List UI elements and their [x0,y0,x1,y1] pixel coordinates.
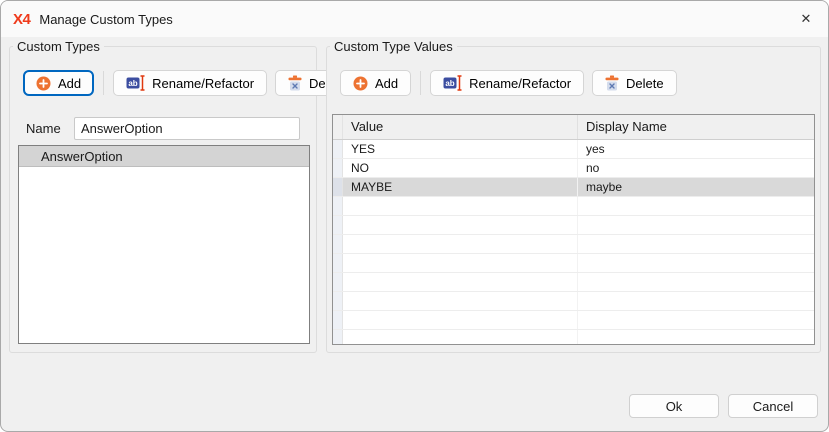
manage-custom-types-dialog: X4 Manage Custom Types ✕ Custom Types Ad… [0,0,829,432]
table-row-empty[interactable] [333,254,814,273]
custom-types-group: Custom Types Add ab Rename/Refactor Dele… [9,39,317,353]
add-value-button[interactable]: Add [340,70,411,96]
close-button[interactable]: ✕ [784,1,828,37]
name-input[interactable] [74,117,300,140]
name-row: Name [26,117,300,140]
table-row-empty[interactable] [333,216,814,235]
cell-display-name[interactable] [578,292,814,310]
cell-display-name[interactable]: yes [578,140,814,158]
delete-value-button[interactable]: Delete [592,70,677,96]
table-row[interactable]: YESyes [333,140,814,159]
row-selector[interactable] [333,216,343,234]
row-selector[interactable] [333,273,343,291]
cell-value[interactable] [343,273,578,291]
rename-type-button[interactable]: ab Rename/Refactor [113,70,267,96]
table-row-empty[interactable] [333,311,814,330]
cell-value[interactable] [343,197,578,215]
window-title: Manage Custom Types [39,12,172,27]
rename-refactor-icon: ab [126,75,145,91]
svg-text:ab: ab [445,79,454,88]
app-logo: X4 [13,11,30,28]
cell-value[interactable]: NO [343,159,578,177]
rename-refactor-icon: ab [443,75,462,91]
delete-value-label: Delete [626,76,664,91]
cell-display-name[interactable]: maybe [578,178,814,196]
toolbar-separator [103,71,104,95]
rename-value-button[interactable]: ab Rename/Refactor [430,70,584,96]
svg-text:ab: ab [128,79,137,88]
cell-value[interactable]: YES [343,140,578,158]
values-table: Value Display Name YESyesNOnoMAYBEmaybe [332,114,815,345]
cell-value[interactable] [343,216,578,234]
table-row[interactable]: MAYBEmaybe [333,178,814,197]
row-selector[interactable] [333,140,343,158]
cell-display-name[interactable] [578,216,814,234]
cell-display-name[interactable] [578,197,814,215]
add-icon [36,76,51,91]
column-header-display-name[interactable]: Display Name [578,115,814,139]
cell-value[interactable] [343,330,578,344]
row-selector[interactable] [333,197,343,215]
close-icon: ✕ [801,11,812,27]
cell-value[interactable] [343,254,578,272]
table-row-empty[interactable] [333,330,814,344]
custom-type-values-toolbar: Add ab Rename/Refactor Delete [340,70,677,96]
toolbar-separator [420,71,421,95]
custom-types-list[interactable]: AnswerOption [18,145,310,344]
row-selector[interactable] [333,292,343,310]
add-type-label: Add [58,76,81,91]
add-type-button[interactable]: Add [23,70,94,96]
column-header-value[interactable]: Value [343,115,578,139]
row-selector[interactable] [333,254,343,272]
cell-value[interactable]: MAYBE [343,178,578,196]
cancel-button[interactable]: Cancel [728,394,818,418]
cell-display-name[interactable] [578,254,814,272]
rename-value-label: Rename/Refactor [469,76,571,91]
row-selector[interactable] [333,330,343,344]
custom-type-values-group-label: Custom Type Values [330,39,457,54]
cell-value[interactable] [343,292,578,310]
cell-display-name[interactable] [578,235,814,253]
cell-display-name[interactable] [578,330,814,344]
values-table-header: Value Display Name [333,115,814,140]
cell-value[interactable] [343,235,578,253]
ok-button[interactable]: Ok [629,394,719,418]
row-selector[interactable] [333,178,343,196]
table-row-empty[interactable] [333,197,814,216]
list-item[interactable]: AnswerOption [19,146,309,167]
add-icon [353,76,368,91]
delete-icon [605,75,619,91]
row-selector-header [333,115,343,139]
add-value-label: Add [375,76,398,91]
row-selector[interactable] [333,311,343,329]
custom-type-values-group: Custom Type Values Add ab Rename/Refacto… [326,39,821,353]
custom-types-toolbar: Add ab Rename/Refactor Delete [23,70,360,96]
cell-display-name[interactable]: no [578,159,814,177]
cell-value[interactable] [343,311,578,329]
cell-display-name[interactable] [578,273,814,291]
table-row-empty[interactable] [333,292,814,311]
table-row-empty[interactable] [333,235,814,254]
row-selector[interactable] [333,159,343,177]
name-label: Name [26,121,74,136]
values-table-body: YESyesNOnoMAYBEmaybe [333,140,814,344]
cell-display-name[interactable] [578,311,814,329]
rename-type-label: Rename/Refactor [152,76,254,91]
titlebar: X4 Manage Custom Types ✕ [1,1,828,37]
table-row[interactable]: NOno [333,159,814,178]
table-row-empty[interactable] [333,273,814,292]
delete-icon [288,75,302,91]
custom-types-group-label: Custom Types [13,39,104,54]
row-selector[interactable] [333,235,343,253]
